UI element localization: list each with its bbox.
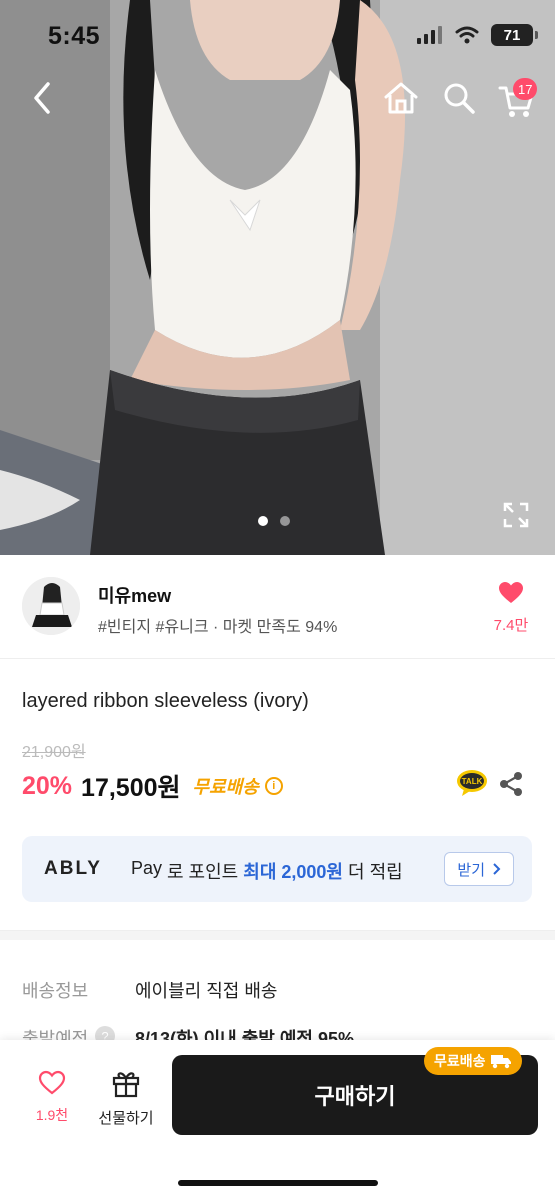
shipping-info-value: 에이블리 직접 배송 xyxy=(135,981,278,1001)
info-icon[interactable]: i xyxy=(264,777,283,795)
shipping-info-label: 배송정보 xyxy=(22,981,89,1001)
ably-text-prefix: 로 포인트 xyxy=(167,862,239,882)
price-row: 20% 17,500원 무료배송 i xyxy=(22,768,283,804)
pagination-dot[interactable] xyxy=(280,516,290,526)
original-price: 21,900원 xyxy=(22,744,86,761)
free-shipping-tag-label: 무료배송 xyxy=(434,1053,486,1069)
wifi-icon xyxy=(455,26,479,44)
truck-icon xyxy=(490,1055,511,1069)
product-title: layered ribbon sleeveless (ivory) xyxy=(22,690,309,712)
heart-outline-icon xyxy=(38,1070,66,1095)
seller-like-count: 7.4만 xyxy=(493,617,529,634)
seller-like-button[interactable]: 7.4만 xyxy=(489,581,533,635)
cart-count-badge: 17 xyxy=(513,78,538,100)
product-image-gallery[interactable]: 5:45 71 17 xyxy=(0,0,555,555)
ably-pay-banner[interactable]: ABLY Pay 로 포인트 최대 2,000원 더 적립 받기 xyxy=(22,836,532,902)
status-icons: 71 xyxy=(417,24,538,46)
free-shipping-label: 무료배송 xyxy=(192,777,259,797)
ably-logo: ABLY xyxy=(44,858,102,879)
chevron-right-icon xyxy=(493,863,501,875)
home-indicator xyxy=(178,1180,378,1186)
svg-text:TALK: TALK xyxy=(462,777,483,786)
section-divider xyxy=(0,930,555,940)
gift-icon xyxy=(112,1072,140,1098)
free-shipping-tag: 무료배송 xyxy=(424,1047,522,1075)
discount-rate: 20% xyxy=(22,771,73,800)
wishlist-button[interactable]: 1.9천 xyxy=(24,1070,80,1125)
ably-pay-label: Pay xyxy=(131,858,163,878)
kakao-talk-icon[interactable]: TALK xyxy=(456,769,488,797)
search-icon[interactable] xyxy=(442,80,476,116)
seller-name[interactable]: 미유mew xyxy=(98,582,171,608)
seller-avatar-image xyxy=(22,577,80,635)
expand-icon[interactable] xyxy=(502,501,530,529)
status-bar: 5:45 71 xyxy=(0,0,555,72)
bottom-action-bar: 1.9천 선물하기 구매하기 무료배송 xyxy=(0,1040,555,1200)
sale-price: 17,500원 xyxy=(81,774,181,802)
gift-button[interactable]: 선물하기 xyxy=(92,1068,160,1128)
seller-avatar[interactable] xyxy=(22,577,80,635)
home-icon[interactable] xyxy=(382,80,420,116)
receive-points-button[interactable]: 받기 xyxy=(444,852,514,886)
seller-tags: #빈티지 #유니크 · 마켓 만족도 94% xyxy=(98,619,338,636)
seller-section[interactable]: 미유mew #빈티지 #유니크 · 마켓 만족도 94% 7.4만 xyxy=(0,555,555,659)
ably-text-suffix: 더 적립 xyxy=(348,862,403,882)
status-time: 5:45 xyxy=(48,22,101,50)
heart-filled-icon xyxy=(499,582,523,603)
battery-icon: 71 xyxy=(491,24,538,46)
pagination-dot[interactable] xyxy=(258,516,268,526)
receive-points-label: 받기 xyxy=(457,861,485,879)
ably-text-highlight: 최대 2,000원 xyxy=(243,862,343,882)
share-icon[interactable] xyxy=(497,770,525,798)
back-icon[interactable] xyxy=(24,78,64,118)
gallery-pagination xyxy=(258,516,290,526)
signal-icon xyxy=(417,26,442,44)
ably-banner-text: 로 포인트 최대 2,000원 더 적립 xyxy=(167,858,403,884)
gift-label: 선물하기 xyxy=(98,1110,154,1127)
wishlist-count: 1.9천 xyxy=(35,1107,69,1123)
